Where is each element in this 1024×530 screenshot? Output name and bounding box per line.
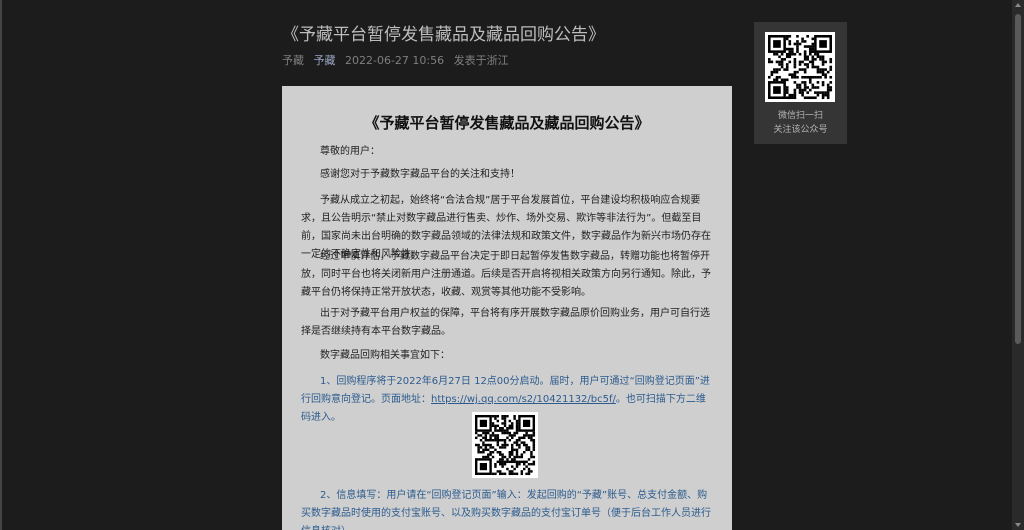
scroll-thumb[interactable]	[1015, 14, 1021, 344]
follow-qr-card: 微信扫一扫 关注该公众号	[754, 22, 847, 144]
page-title: 《予藏平台暂停发售藏品及藏品回购公告》	[282, 25, 605, 45]
vertical-scrollbar[interactable]	[1012, 0, 1024, 530]
thanks-text: 感谢您对于予藏数字藏品平台的关注和支持！	[320, 169, 520, 180]
meta-author: 予藏	[282, 54, 304, 67]
qr-code-icon	[765, 32, 835, 102]
qr-caption-line2: 关注该公众号	[773, 125, 828, 135]
qr-code-graphic	[768, 35, 833, 100]
registration-link[interactable]: https://wj.qq.com/s2/10421132/bc5f/	[431, 394, 616, 405]
scroll-down-icon[interactable]	[1015, 523, 1021, 527]
meta-account-link[interactable]: 予藏	[314, 54, 336, 67]
greeting-text: 尊敬的用户：	[320, 146, 380, 157]
buyback-step-2: 2、信息填写：用户请在“回购登记页面”输入：发起回购的“予藏”账号、总支付金额、…	[301, 490, 711, 530]
paragraph-buyback-items: 数字藏品回购相关事宜如下：	[320, 350, 450, 361]
paragraph-buyback: 出于对予藏平台用户权益的保障，平台将有序开展数字藏品原价回购业务，用户可自行选择…	[301, 308, 710, 337]
qr-caption-line1: 微信扫一扫	[777, 111, 823, 121]
article-heading: 《予藏平台暂停发售藏品及藏品回购公告》	[364, 114, 650, 132]
meta-datetime: 2022-06-27 10:56	[345, 54, 445, 67]
meta-location: 发表于浙江	[453, 54, 509, 67]
registration-qr-graphic	[475, 415, 536, 476]
article-body: 《予藏平台暂停发售藏品及藏品回购公告》 尊敬的用户： 感谢您对于予藏数字藏品平台…	[282, 86, 732, 530]
article-meta: 予藏 予藏 2022-06-27 10:56 发表于浙江	[282, 52, 515, 68]
qr-code-icon	[472, 412, 538, 478]
scroll-up-icon[interactable]	[1015, 3, 1021, 7]
window-edge	[0, 0, 2, 530]
paragraph-suspension: 经过审慎评估，予藏数字藏品平台决定于即日起暂停发售数字藏品，转赠功能也将暂停开放…	[301, 251, 711, 298]
